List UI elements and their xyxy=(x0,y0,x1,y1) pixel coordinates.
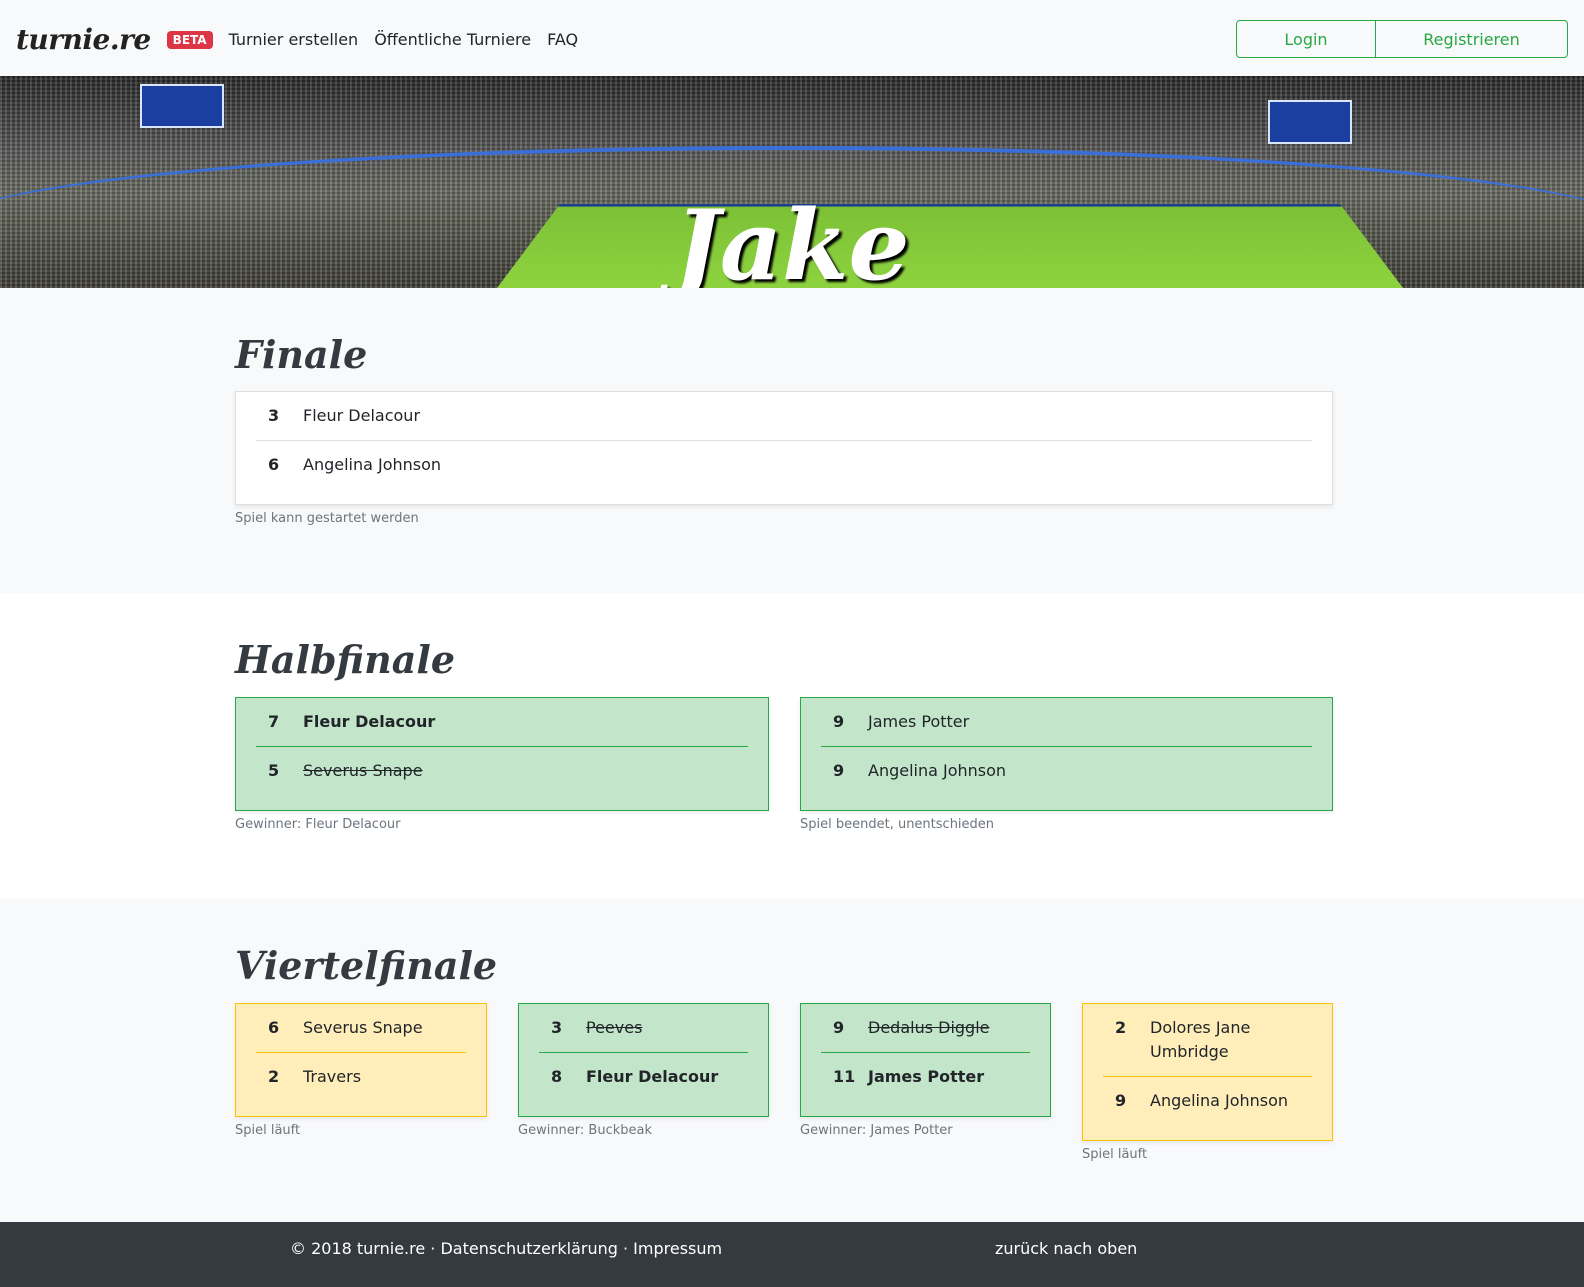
stage-title: Finale xyxy=(235,332,368,377)
match-team-row: 6 Angelina Johnson xyxy=(256,441,1312,489)
nav-public-tournaments[interactable]: Öffentliche Turniere xyxy=(374,30,531,49)
team-name-loser: Severus Snape xyxy=(303,761,423,780)
match-status: Spiel beendet, unentschieden xyxy=(800,817,995,832)
match-team-row: 9 Angelina Johnson xyxy=(821,747,1312,795)
match-team-row: 8 Fleur Delacour xyxy=(539,1053,748,1101)
team-score: 9 xyxy=(1115,1091,1127,1110)
section-quarterfinal: Viertelfinale 6 Severus Snape 2 Travers … xyxy=(0,899,1584,1222)
nav-create-tournament[interactable]: Turnier erstellen xyxy=(229,30,359,49)
match-status: Gewinner: Buckbeak xyxy=(518,1123,652,1138)
footer-separator: · xyxy=(622,1239,629,1258)
match-team-row: 11 James Potter xyxy=(821,1053,1030,1101)
match-card[interactable]: 7 Fleur Delacour 5 Severus Snape xyxy=(235,697,769,811)
beta-badge: BETA xyxy=(166,30,213,49)
team-name: Travers xyxy=(303,1067,362,1086)
team-name-winner: Fleur Delacour xyxy=(586,1067,719,1086)
stage-title: Viertelfinale xyxy=(235,943,498,988)
section-final: Finale 3 Fleur Delacour 6 Angelina Johns… xyxy=(0,288,1584,593)
team-name-loser: Peeves xyxy=(586,1018,643,1037)
team-name: Dolores Jane Umbridge xyxy=(1150,1018,1251,1061)
team-score: 6 xyxy=(268,455,280,474)
team-score: 9 xyxy=(833,1018,845,1037)
team-name: Angelina Johnson xyxy=(303,455,442,474)
match-team-row: 9 Angelina Johnson xyxy=(1103,1077,1312,1125)
navbar: turnie.re BETA Turnier erstellen Öffentl… xyxy=(0,3,1584,76)
tournament-title: Jake xyxy=(674,189,910,289)
section-semifinal: Halbfinale 7 Fleur Delacour 5 Severus Sn… xyxy=(0,593,1584,899)
brand-logo[interactable]: turnie.re xyxy=(16,23,151,56)
match-team-row: 2 Travers xyxy=(256,1053,466,1101)
match-card[interactable]: 3 Fleur Delacour 6 Angelina Johnson xyxy=(235,391,1333,505)
match-team-row: 6 Severus Snape xyxy=(256,1004,466,1053)
register-button[interactable]: Registrieren xyxy=(1376,20,1568,58)
match-card[interactable]: 6 Severus Snape 2 Travers xyxy=(235,1003,487,1117)
footer: © 2018 turnie.re · Datenschutzerklärung … xyxy=(0,1222,1584,1287)
team-name: Fleur Delacour xyxy=(303,406,421,425)
match-card[interactable]: 9 Dedalus Diggle 11 James Potter xyxy=(800,1003,1051,1117)
stadium-screen-left xyxy=(140,84,224,128)
footer-links: © 2018 turnie.re · Datenschutzerklärung … xyxy=(290,1239,722,1258)
back-to-top-link[interactable]: zurück nach oben xyxy=(995,1239,1137,1258)
team-score: 2 xyxy=(268,1067,280,1086)
match-team-row: 2 Dolores Jane Umbridge xyxy=(1103,1004,1312,1077)
team-score: 3 xyxy=(551,1018,563,1037)
team-name: Angelina Johnson xyxy=(868,761,1007,780)
team-name: Severus Snape xyxy=(303,1018,423,1037)
match-card[interactable]: 3 Peeves 8 Fleur Delacour xyxy=(518,1003,769,1117)
team-score: 11 xyxy=(833,1067,856,1086)
footer-copyright: © 2018 turnie.re xyxy=(290,1239,426,1258)
match-status: Gewinner: Fleur Delacour xyxy=(235,817,401,832)
team-score: 8 xyxy=(551,1067,563,1086)
login-button[interactable]: Login xyxy=(1236,20,1376,58)
nav-faq[interactable]: FAQ xyxy=(547,30,578,49)
team-name: James Potter xyxy=(868,712,970,731)
team-score: 7 xyxy=(268,712,280,731)
team-name-winner: Fleur Delacour xyxy=(303,712,436,731)
hero-banner: Jake xyxy=(0,76,1584,288)
match-team-row: 3 Peeves xyxy=(539,1004,748,1053)
team-score: 6 xyxy=(268,1018,280,1037)
team-name-loser: Dedalus Diggle xyxy=(868,1018,990,1037)
auth-button-group: Login Registrieren xyxy=(1236,20,1568,58)
stage-title: Halbfinale xyxy=(235,637,456,682)
match-team-row: 5 Severus Snape xyxy=(256,747,748,795)
stadium-screen-right xyxy=(1268,100,1352,144)
match-status: Gewinner: James Potter xyxy=(800,1123,953,1138)
match-team-row: 9 Dedalus Diggle xyxy=(821,1004,1030,1053)
match-team-row: 3 Fleur Delacour xyxy=(256,392,1312,441)
team-score: 5 xyxy=(268,761,280,780)
match-card[interactable]: 2 Dolores Jane Umbridge 9 Angelina Johns… xyxy=(1082,1003,1333,1141)
team-score: 9 xyxy=(833,761,845,780)
privacy-link[interactable]: Datenschutzerklärung xyxy=(440,1239,617,1258)
match-status: Spiel kann gestartet werden xyxy=(235,511,419,526)
match-status: Spiel läuft xyxy=(235,1123,301,1138)
team-name-winner: James Potter xyxy=(868,1067,985,1086)
footer-separator: · xyxy=(430,1239,436,1258)
match-status: Spiel läuft xyxy=(1082,1147,1148,1162)
team-score: 3 xyxy=(268,406,280,425)
team-score: 9 xyxy=(833,712,845,731)
team-score: 2 xyxy=(1115,1018,1127,1037)
imprint-link[interactable]: Impressum xyxy=(633,1239,722,1258)
team-name: Angelina Johnson xyxy=(1150,1091,1289,1110)
match-card[interactable]: 9 James Potter 9 Angelina Johnson xyxy=(800,697,1333,811)
match-team-row: 9 James Potter xyxy=(821,698,1312,747)
match-team-row: 7 Fleur Delacour xyxy=(256,698,748,747)
